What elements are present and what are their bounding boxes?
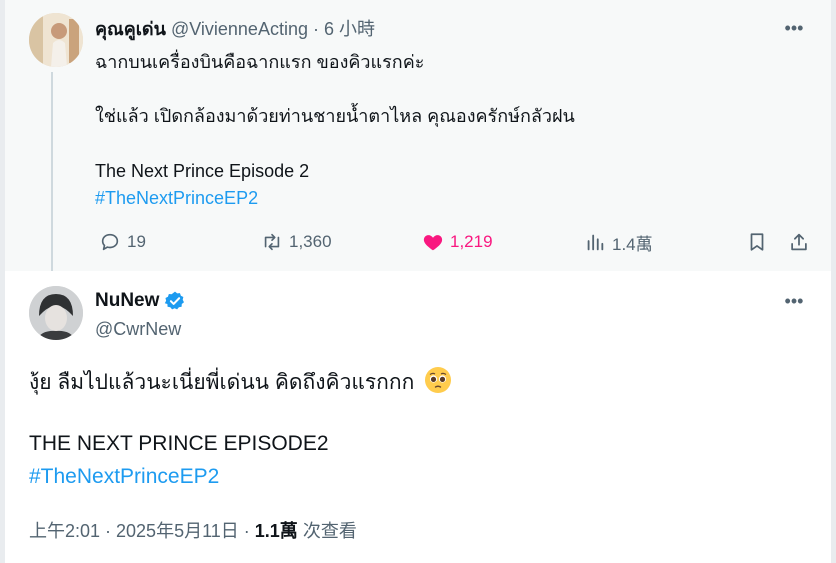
main-author-row: NuNew [95, 289, 186, 313]
main-tweet: NuNew @CwrNew ••• งุ้ย ลืมไปแล้วนะเนี่ยพ… [5, 271, 831, 563]
parent-text-line: The Next Prince Episode 2 [95, 161, 310, 181]
parent-time[interactable]: 6 小時 [324, 19, 375, 39]
main-more-icon[interactable]: ••• [782, 291, 806, 311]
parent-hashtag[interactable]: #TheNextPrinceEP2 [95, 186, 795, 210]
parent-text-line: ฉากบนเครื่องบินคือฉากแรก ของคิวแรกค่ะ [95, 52, 425, 72]
parent-handle[interactable]: @VivienneActing [171, 19, 308, 39]
header-separator: · [313, 19, 319, 39]
parent-author-name[interactable]: คุณคูเด่น [95, 19, 166, 39]
like-count: 1,219 [450, 232, 493, 251]
parent-avatar[interactable] [29, 13, 83, 67]
views-button[interactable]: 1.4萬 [584, 229, 653, 255]
main-view-count: 1.1萬 [254, 521, 298, 541]
main-text-line-2: THE NEXT PRINCE EPISODE2 [29, 432, 329, 455]
verified-badge-icon[interactable] [164, 290, 186, 312]
main-avatar[interactable] [29, 286, 83, 340]
parent-tweet[interactable]: คุณคูเด่น @VivienneActing · 6 小時 ••• ฉาก… [5, 0, 831, 271]
reply-count: 19 [127, 232, 146, 251]
retweet-button[interactable]: 1,360 [261, 229, 332, 255]
parent-actions: 19 1,360 1,219 1.4萬 [95, 229, 815, 255]
bookmark-icon [750, 233, 764, 251]
pleading-face-emoji-icon [424, 366, 452, 402]
main-meta: 上午2:01 · 2025年5月11日 · 1.1萬 次查看 [29, 519, 357, 543]
reply-button[interactable]: 19 [99, 229, 146, 255]
parent-header: คุณคูเด่น @VivienneActing · 6 小時 [95, 17, 375, 41]
main-timestamp[interactable]: 上午2:01 · 2025年5月11日 · [29, 521, 250, 541]
parent-text-line: ใช่แล้ว เปิดกล้องมาด้วยท่านชายน้ำตาไหล ค… [95, 106, 575, 126]
main-view-label: 次查看 [302, 521, 357, 541]
retweet-count: 1,360 [289, 232, 332, 251]
reply-icon [101, 233, 119, 251]
main-text-line-1: งุ้ย ลืมไปแล้วนะเนี่ยพี่เด่นน คิดถึงคิวแ… [29, 366, 452, 402]
retweet-icon [264, 233, 280, 251]
thread-connector [51, 72, 53, 285]
share-icon [791, 233, 807, 251]
main-author-name[interactable]: NuNew [95, 289, 159, 313]
views-count: 1.4萬 [612, 234, 653, 254]
main-text: งุ้ย ลืมไปแล้วนะเนี่ยพี่เด่นน คิดถึงคิวแ… [29, 371, 415, 394]
main-hashtag[interactable]: #TheNextPrinceEP2 [29, 463, 219, 491]
like-button[interactable]: 1,219 [422, 229, 493, 255]
heart-filled-icon [423, 235, 443, 251]
parent-more-icon[interactable]: ••• [782, 18, 806, 38]
bookmark-button[interactable] [746, 229, 768, 255]
share-button[interactable] [788, 229, 810, 255]
views-bar-chart-icon [587, 234, 604, 251]
main-handle[interactable]: @CwrNew [95, 317, 181, 341]
